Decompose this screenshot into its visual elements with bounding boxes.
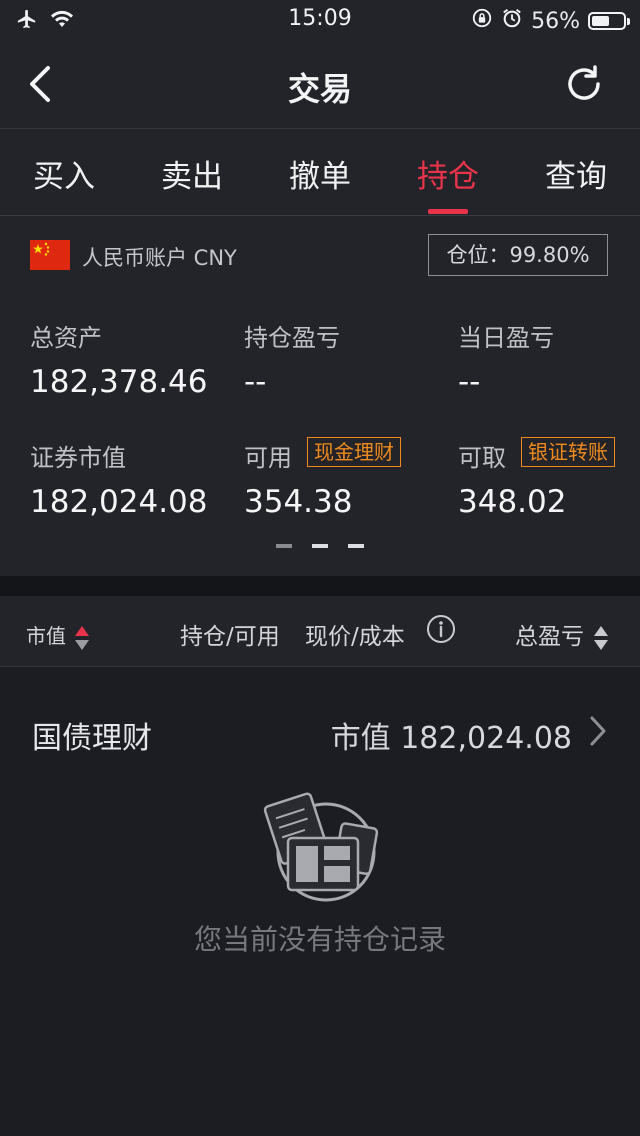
daily-pl-value: --	[458, 364, 481, 400]
battery-icon	[588, 12, 630, 30]
withdrawable-label: 可取	[458, 444, 506, 472]
info-icon	[427, 615, 455, 643]
treasury-bond-market-value: 市值 182,024.08	[330, 721, 572, 756]
trade-screen: 15:09 56% 交易 买入 卖出 撤单 持仓 查询 人民币账户 CNY 仓位…	[0, 0, 640, 1136]
refresh-button[interactable]	[562, 62, 606, 106]
empty-holdings-icon	[258, 788, 382, 908]
alarm-icon	[501, 7, 523, 35]
total-assets-value: 182,378.46	[30, 364, 208, 400]
holding-pl-label: 持仓盈亏	[244, 324, 340, 352]
total-pl-header: 总盈亏	[515, 624, 584, 650]
holding-pl-value: --	[244, 364, 267, 400]
refresh-icon	[568, 65, 600, 100]
price-cost-header: 现价/成本	[305, 624, 405, 650]
tab-positions[interactable]: 持仓	[398, 151, 498, 196]
market-value-label: 证券市值	[30, 444, 126, 472]
trade-tabs: 买入 卖出 撤单 持仓 查询	[0, 129, 640, 216]
cash-management-button[interactable]: 现金理财	[307, 437, 401, 467]
tab-query[interactable]: 查询	[526, 151, 626, 196]
active-tab-indicator	[428, 209, 468, 214]
chevron-right-icon	[590, 716, 606, 746]
status-bar: 15:09 56%	[0, 0, 640, 40]
section-divider	[0, 576, 640, 596]
holdings-table-header: 市值 持仓/可用 现价/成本 总盈亏	[0, 596, 640, 667]
battery-percent: 56%	[531, 8, 580, 34]
page-dot	[348, 544, 364, 548]
info-button[interactable]	[426, 614, 456, 650]
tab-cancel-order[interactable]: 撤单	[270, 151, 370, 196]
treasury-bond-row[interactable]: 国债理财 市值 182,024.08	[0, 667, 640, 797]
empty-state-message: 您当前没有持仓记录	[193, 923, 446, 956]
available-value: 354.38	[244, 484, 353, 520]
sort-market-value[interactable]: 市值	[26, 620, 90, 651]
available-label: 可用	[244, 444, 292, 472]
bank-transfer-button[interactable]: 银证转账	[521, 437, 615, 467]
daily-pl-label: 当日盈亏	[458, 324, 554, 352]
page-indicator	[0, 544, 640, 548]
navigation-bar: 交易	[0, 40, 640, 129]
page-title: 交易	[287, 70, 352, 108]
tab-buy[interactable]: 买入	[14, 151, 114, 196]
china-flag-icon	[30, 240, 70, 270]
tab-sell[interactable]: 卖出	[142, 151, 242, 196]
battery-level	[592, 16, 609, 26]
position-ratio-badge: 仓位：99.80%	[428, 234, 608, 276]
status-right: 56%	[471, 7, 630, 35]
withdrawable-value: 348.02	[458, 484, 567, 520]
sort-icon	[75, 625, 90, 650]
holding-available-header: 持仓/可用	[180, 624, 280, 650]
sort-icon	[594, 625, 609, 650]
account-summary: 人民币账户 CNY 仓位：99.80% 总资产 182,378.46 持仓盈亏 …	[0, 216, 640, 576]
sort-total-pl[interactable]: 总盈亏	[515, 617, 609, 651]
market-value-header: 市值	[26, 624, 66, 648]
rotation-lock-icon	[471, 7, 493, 35]
page-dot	[312, 544, 328, 548]
treasury-bond-title: 国债理财	[32, 721, 152, 756]
market-value-value: 182,024.08	[30, 484, 208, 520]
page-dot	[276, 544, 292, 548]
account-currency-label: 人民币账户 CNY	[82, 246, 237, 270]
total-assets-label: 总资产	[30, 324, 102, 352]
